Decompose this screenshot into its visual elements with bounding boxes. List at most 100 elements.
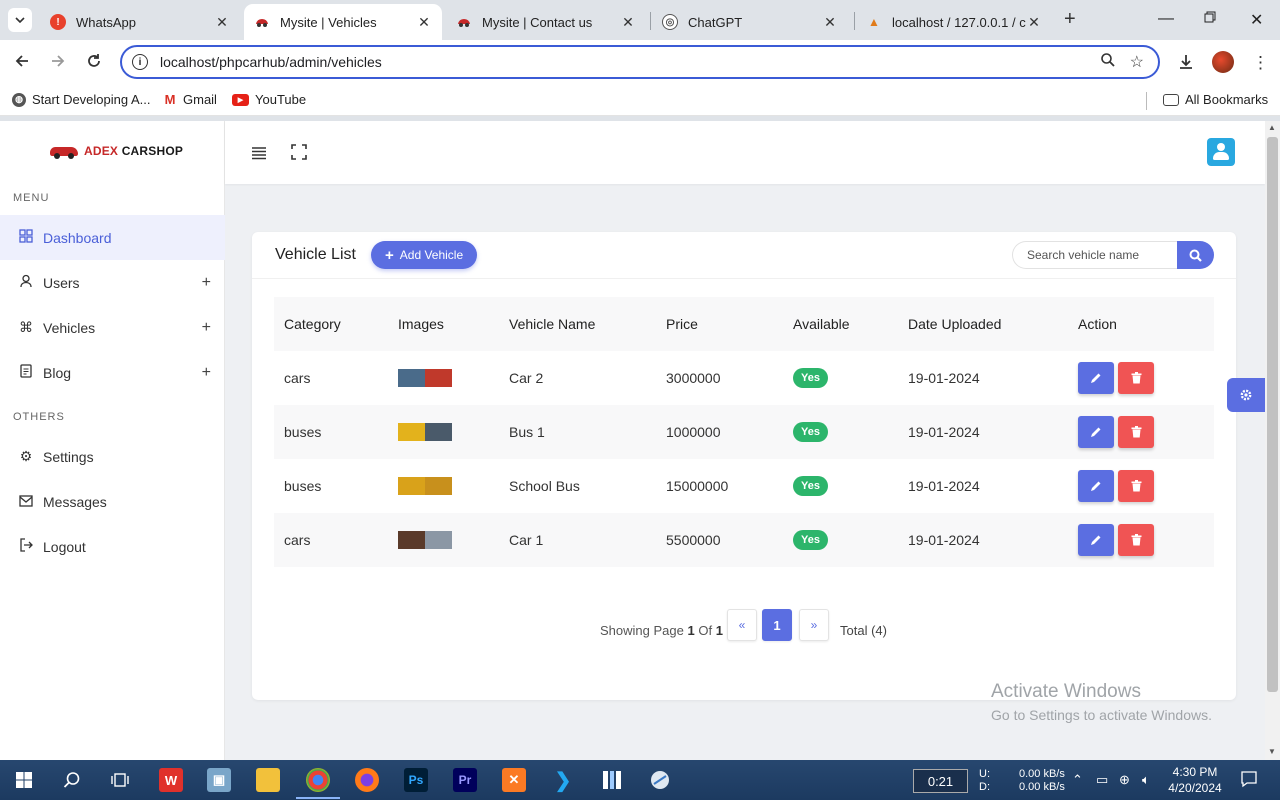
reload-icon bbox=[88, 54, 100, 67]
tab-chatgpt[interactable]: ◎ ChatGPT ✕ bbox=[652, 4, 848, 40]
page-scrollbar[interactable]: ▲ ▼ bbox=[1265, 121, 1280, 760]
network-globe-icon[interactable]: ⊕ bbox=[1119, 772, 1130, 788]
add-vehicle-button[interactable]: + Add Vehicle bbox=[371, 241, 478, 269]
recording-timer[interactable]: 0:21 bbox=[913, 769, 968, 793]
edit-button[interactable] bbox=[1078, 524, 1114, 556]
tab-contact[interactable]: Mysite | Contact us ✕ bbox=[446, 4, 646, 40]
tab-vehicles[interactable]: Mysite | Vehicles ✕ bbox=[244, 4, 442, 40]
delete-button[interactable] bbox=[1118, 416, 1154, 448]
page-1-button[interactable]: 1 bbox=[762, 609, 792, 641]
address-bar[interactable]: i localhost/phpcarhub/admin/vehicles ☆ bbox=[120, 45, 1160, 79]
close-tab-icon[interactable]: ✕ bbox=[620, 14, 636, 30]
bookmark-star-icon[interactable]: ☆ bbox=[1130, 52, 1144, 72]
next-page-button[interactable]: » bbox=[799, 609, 829, 641]
url-text[interactable]: localhost/phpcarhub/admin/vehicles bbox=[160, 54, 1100, 70]
bookmark-start-developing[interactable]: ◍ Start Developing A... bbox=[12, 92, 151, 107]
close-tab-icon[interactable]: ✕ bbox=[822, 14, 838, 30]
app-icon[interactable] bbox=[600, 768, 624, 792]
task-view-icon[interactable] bbox=[108, 768, 132, 792]
fullscreen-icon[interactable] bbox=[291, 144, 307, 165]
sidebar-item-logout[interactable]: Logout bbox=[0, 524, 225, 569]
vehicle-thumbnail[interactable] bbox=[398, 531, 452, 549]
tray-chevron-icon[interactable]: ⌃ bbox=[1072, 772, 1083, 788]
premiere-icon[interactable]: Pr bbox=[453, 768, 477, 792]
vscode-icon[interactable]: ❯ bbox=[551, 768, 575, 792]
vehicle-thumbnail[interactable] bbox=[398, 369, 452, 387]
site-info-icon[interactable]: i bbox=[132, 54, 148, 70]
close-window-button[interactable]: ✕ bbox=[1250, 10, 1263, 30]
scroll-up-icon[interactable]: ▲ bbox=[1268, 123, 1276, 132]
search-input[interactable] bbox=[1012, 241, 1177, 269]
brand-logo[interactable]: ADEX CARSHOP bbox=[50, 143, 183, 159]
column-header[interactable]: Available bbox=[793, 297, 850, 351]
tab-whatsapp[interactable]: ! WhatsApp ✕ bbox=[40, 4, 240, 40]
all-bookmarks[interactable]: All Bookmarks bbox=[1163, 92, 1268, 107]
chrome-icon[interactable] bbox=[306, 768, 330, 792]
sidebar-item-vehicles[interactable]: ⌘ Vehicles + bbox=[0, 305, 225, 350]
remote-desktop-icon[interactable]: ▣ bbox=[207, 768, 231, 792]
delete-button[interactable] bbox=[1118, 362, 1154, 394]
close-tab-icon[interactable]: ✕ bbox=[416, 14, 432, 30]
sidebar-item-blog[interactable]: Blog + bbox=[0, 350, 225, 395]
battery-icon[interactable]: ▭ bbox=[1096, 772, 1108, 788]
photoshop-icon[interactable]: Ps bbox=[404, 768, 428, 792]
edit-button[interactable] bbox=[1078, 416, 1114, 448]
close-tab-icon[interactable]: ✕ bbox=[1026, 14, 1042, 30]
vehicle-thumbnail[interactable] bbox=[398, 477, 452, 495]
sidebar-item-settings[interactable]: ⚙ Settings bbox=[0, 434, 225, 479]
new-tab-button[interactable]: + bbox=[1064, 9, 1076, 29]
notification-icon[interactable] bbox=[1240, 770, 1258, 791]
snipping-tool-icon[interactable] bbox=[648, 768, 672, 792]
expand-plus-icon[interactable]: + bbox=[202, 364, 211, 382]
column-header[interactable]: Price bbox=[666, 297, 698, 351]
delete-button[interactable] bbox=[1118, 524, 1154, 556]
search-icon[interactable] bbox=[60, 768, 84, 792]
more-menu-icon[interactable]: ⋮ bbox=[1252, 53, 1269, 73]
bookmark-gmail[interactable]: M Gmail bbox=[163, 92, 217, 107]
volume-icon[interactable]: 🔈︎ bbox=[1142, 772, 1150, 788]
wps-office-icon[interactable]: W bbox=[159, 768, 183, 792]
firefox-icon[interactable] bbox=[355, 768, 379, 792]
back-button[interactable] bbox=[14, 53, 30, 72]
system-clock[interactable]: 4:30 PM 4/20/2024 bbox=[1168, 764, 1222, 796]
download-icon[interactable] bbox=[1177, 53, 1195, 76]
expand-plus-icon[interactable]: + bbox=[202, 319, 211, 337]
table-row[interactable]: buses School Bus 15000000 Yes 19-01-2024 bbox=[274, 459, 1214, 513]
bookmark-youtube[interactable]: ▶ YouTube bbox=[232, 92, 306, 107]
close-tab-icon[interactable]: ✕ bbox=[214, 14, 230, 30]
search-button[interactable] bbox=[1177, 241, 1214, 269]
column-header[interactable]: Vehicle Name bbox=[509, 297, 595, 351]
expand-plus-icon[interactable]: + bbox=[202, 274, 211, 292]
xampp-icon[interactable]: ✕ bbox=[502, 768, 526, 792]
column-header[interactable]: Images bbox=[398, 297, 444, 351]
column-header[interactable]: Action bbox=[1078, 297, 1117, 351]
file-explorer-icon[interactable] bbox=[256, 768, 280, 792]
sidebar-item-messages[interactable]: Messages bbox=[0, 479, 225, 524]
vehicle-thumbnail[interactable] bbox=[398, 423, 452, 441]
table-row[interactable]: buses Bus 1 1000000 Yes 19-01-2024 bbox=[274, 405, 1214, 459]
table-row[interactable]: cars Car 2 3000000 Yes 19-01-2024 bbox=[274, 351, 1214, 405]
user-profile-button[interactable] bbox=[1207, 138, 1235, 166]
table-row[interactable]: cars Car 1 5500000 Yes 19-01-2024 bbox=[274, 513, 1214, 567]
prev-page-button[interactable]: « bbox=[727, 609, 757, 641]
profile-avatar[interactable] bbox=[1212, 51, 1234, 73]
hamburger-menu-icon[interactable] bbox=[251, 144, 267, 165]
column-header[interactable]: Category bbox=[284, 297, 341, 351]
delete-button[interactable] bbox=[1118, 470, 1154, 502]
column-header[interactable]: Date Uploaded bbox=[908, 297, 1001, 351]
scroll-down-icon[interactable]: ▼ bbox=[1268, 747, 1276, 756]
restore-button[interactable] bbox=[1204, 10, 1216, 28]
edit-button[interactable] bbox=[1078, 470, 1114, 502]
minimize-button[interactable]: — bbox=[1158, 10, 1174, 28]
zoom-icon[interactable] bbox=[1100, 52, 1116, 73]
reload-button[interactable] bbox=[86, 53, 102, 72]
theme-settings-button[interactable] bbox=[1227, 378, 1265, 412]
tab-phpmyadmin[interactable]: ▲ localhost / 127.0.0.1 / car ✕ bbox=[856, 4, 1052, 40]
tab-search-button[interactable] bbox=[8, 8, 32, 32]
windows-start-icon[interactable] bbox=[12, 768, 36, 792]
scroll-thumb[interactable] bbox=[1267, 137, 1278, 692]
sidebar-item-dashboard[interactable]: Dashboard bbox=[0, 215, 225, 260]
edit-button[interactable] bbox=[1078, 362, 1114, 394]
sidebar-item-users[interactable]: Users + bbox=[0, 260, 225, 305]
forward-button[interactable] bbox=[50, 53, 66, 72]
